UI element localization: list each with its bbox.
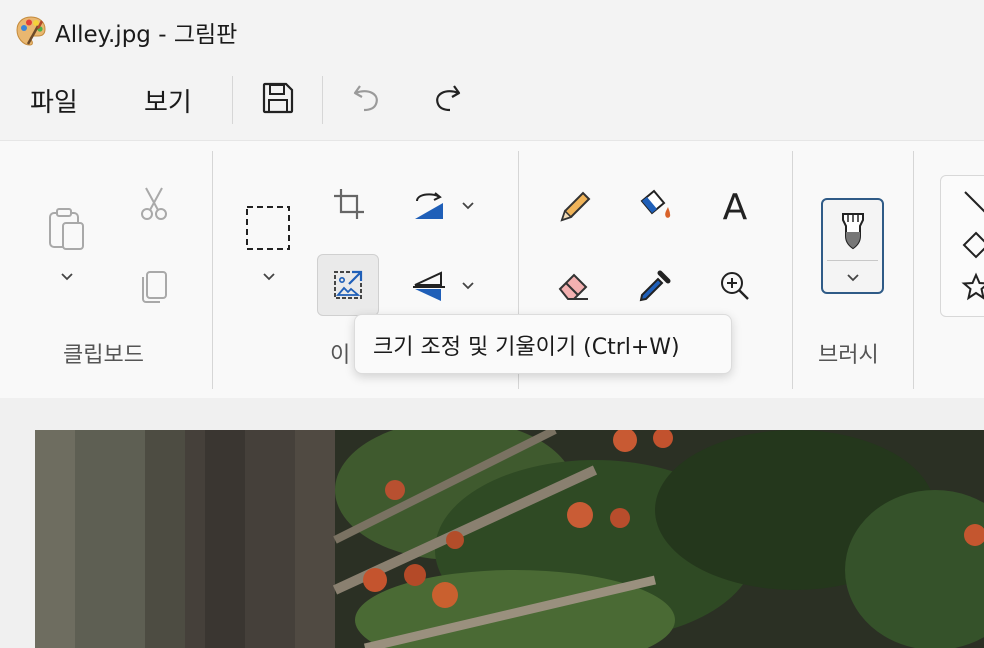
text-icon[interactable]: A <box>712 183 758 229</box>
select-rectangle-icon[interactable] <box>245 205 291 251</box>
eraser-icon[interactable] <box>552 263 598 309</box>
star-shape-icon[interactable] <box>961 272 984 302</box>
pencil-icon[interactable] <box>552 183 598 229</box>
paint-palette-icon <box>14 14 48 48</box>
canvas-area[interactable] <box>0 398 984 648</box>
save-icon[interactable] <box>256 76 300 120</box>
color-picker-icon[interactable] <box>632 263 678 309</box>
ribbon-divider-4 <box>913 151 914 389</box>
menu-file[interactable]: 파일 <box>30 82 78 119</box>
flip-icon[interactable] <box>407 263 453 309</box>
resize-skew-icon <box>325 262 371 308</box>
line-shape-icon[interactable] <box>961 188 984 218</box>
crop-icon[interactable] <box>326 181 372 227</box>
resize-skew-button[interactable] <box>317 254 379 316</box>
group-label-brushes: 브러시 <box>818 343 879 368</box>
copy-icon[interactable] <box>131 263 177 309</box>
window-title: Alley.jpg - 그림판 <box>55 22 238 48</box>
rotate-icon[interactable] <box>407 183 453 229</box>
magnifier-icon[interactable] <box>712 263 758 309</box>
brush-divider <box>827 260 878 261</box>
text-icon-glyph: A <box>723 187 748 228</box>
fill-bucket-icon[interactable] <box>632 183 678 229</box>
brush-icon <box>830 206 876 252</box>
chevron-down-icon[interactable] <box>60 272 74 282</box>
chevron-down-icon[interactable] <box>846 273 860 283</box>
group-label-clipboard: 클립보드 <box>63 343 144 368</box>
paste-icon[interactable] <box>43 205 89 251</box>
menu-bar: 파일 보기 <box>0 62 984 140</box>
menu-divider <box>232 76 233 124</box>
ribbon-divider <box>212 151 213 389</box>
chevron-down-icon[interactable] <box>262 272 276 282</box>
canvas-image[interactable] <box>35 430 984 648</box>
menu-view[interactable]: 보기 <box>144 82 192 119</box>
photo-alley <box>35 430 984 648</box>
chevron-down-icon[interactable] <box>461 201 475 211</box>
group-label-image: 이 <box>330 343 351 368</box>
ribbon-divider-3 <box>792 151 793 389</box>
title-bar: Alley.jpg - 그림판 <box>0 0 984 62</box>
shapes-gallery[interactable] <box>940 175 984 317</box>
menu-divider-2 <box>322 76 323 124</box>
redo-icon[interactable] <box>424 76 468 120</box>
undo-icon[interactable] <box>346 76 390 120</box>
tooltip-resize-skew: 크기 조정 및 기울이기 (Ctrl+W) <box>354 314 732 374</box>
chevron-down-icon[interactable] <box>461 281 475 291</box>
brush-button[interactable] <box>821 198 884 294</box>
cut-icon[interactable] <box>131 181 177 227</box>
diamond-shape-icon[interactable] <box>961 230 984 260</box>
